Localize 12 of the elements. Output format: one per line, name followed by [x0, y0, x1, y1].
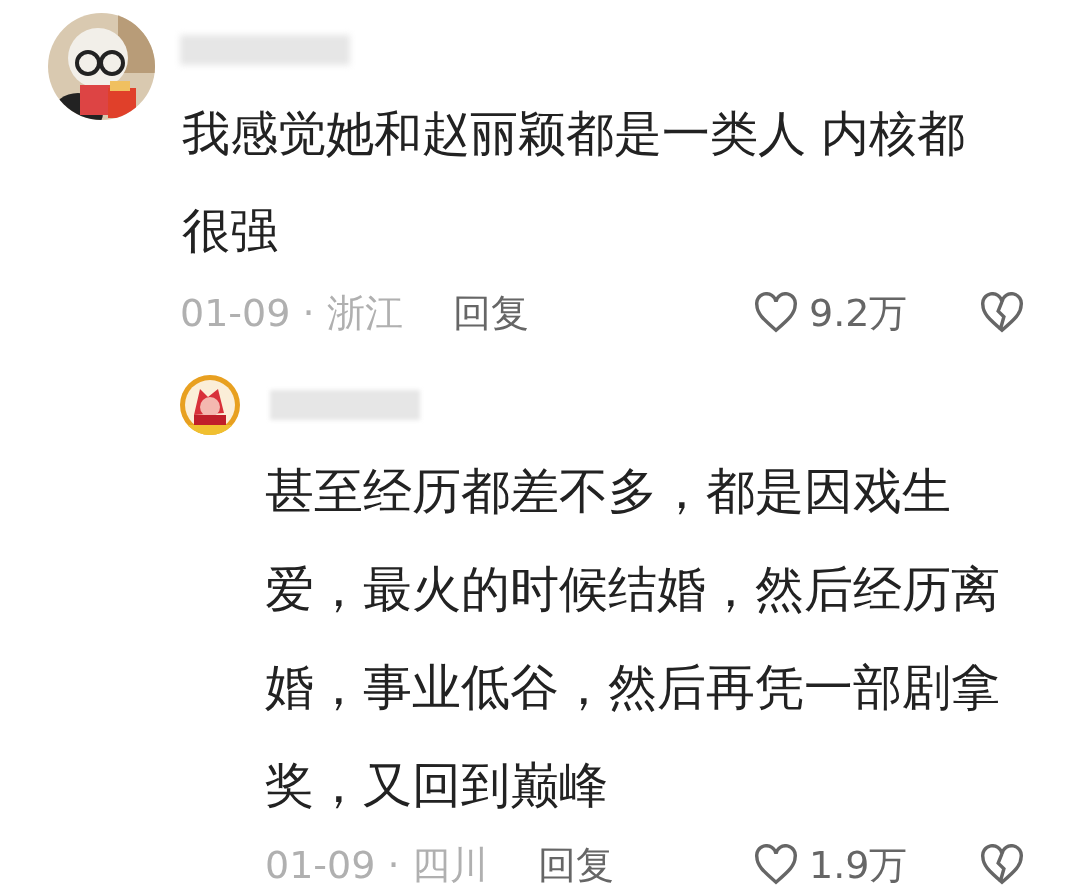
reply-text: 甚至经历都差不多，都是因戏生爱，最火的时候结婚，然后经历离婚，事业低谷，然后再凭一部剧拿奖，又回到巅峰: [265, 462, 1001, 816]
comment-date-location: 01-09 · 浙江: [180, 289, 403, 337]
like-count: 9.2万: [809, 289, 909, 337]
broken-heart-icon[interactable]: [979, 292, 1025, 334]
comment-text: 我感觉她和赵丽颖都是一类人 内核都很强: [182, 104, 967, 260]
like-count: 1.9万: [809, 841, 909, 889]
reply-date-location: 01-09 · 四川: [265, 841, 488, 889]
broken-heart-icon[interactable]: [979, 844, 1025, 886]
reply-button[interactable]: 回复: [537, 839, 614, 891]
reply-button[interactable]: 回复: [452, 287, 529, 339]
heart-icon[interactable]: [753, 292, 799, 334]
heart-icon[interactable]: [753, 844, 799, 886]
